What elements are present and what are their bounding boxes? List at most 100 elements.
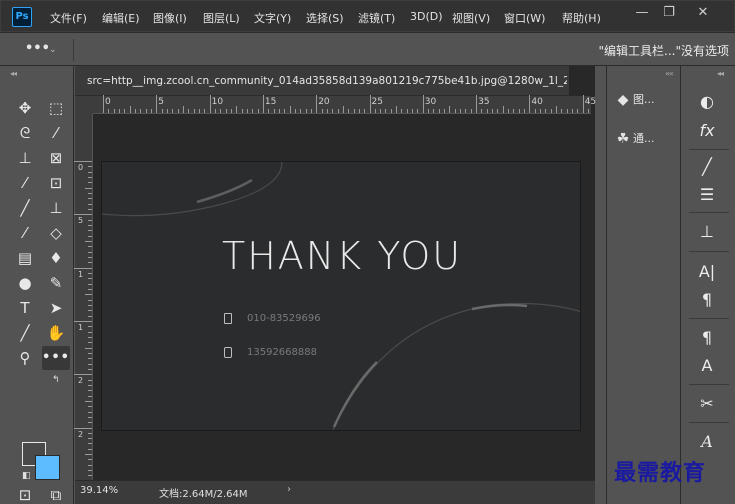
menu-select[interactable]: 选择(S): [306, 10, 344, 26]
menu-image[interactable]: 图像(I): [153, 10, 187, 26]
clone-source-icon[interactable]: ⊥: [694, 220, 720, 244]
minimize-button[interactable]: —: [632, 5, 652, 21]
background-color-swatch[interactable]: [35, 455, 60, 480]
ruler-tick: [88, 464, 92, 466]
ruler-tick: [396, 106, 398, 113]
line-tool-icon[interactable]: ╱: [11, 321, 39, 345]
menu-layer[interactable]: 图层(L): [203, 10, 240, 26]
options-divider: [73, 39, 74, 61]
ruler-tick: [88, 342, 92, 344]
menu-view[interactable]: 视图(V): [452, 10, 490, 26]
spot-healing-tool-icon[interactable]: ⊡: [42, 171, 70, 195]
properties-icon[interactable]: ☰: [694, 183, 720, 207]
brush-settings-icon[interactable]: ╱: [694, 155, 720, 179]
ruler-tick: [88, 336, 92, 338]
character-icon[interactable]: A|: [694, 260, 720, 284]
ruler-tick: [88, 416, 92, 418]
collapse-dock-icon[interactable]: ««: [665, 69, 674, 78]
swap-colors-icon[interactable]: ↰: [52, 375, 60, 385]
channels-panel-button[interactable]: ☘ 通...: [613, 130, 655, 154]
ruler-v-label: 1: [78, 322, 84, 332]
dodge-tool-icon[interactable]: ●: [11, 271, 39, 295]
history-brush-tool-icon[interactable]: ⁄: [11, 221, 39, 245]
tool-preset-picker[interactable]: ••• ⌄: [12, 40, 64, 60]
paragraph-styles-icon[interactable]: ¶: [694, 326, 720, 350]
type-tool-icon[interactable]: T: [11, 296, 39, 320]
zoom-level[interactable]: 39.14%: [80, 485, 118, 496]
path-selection-tool-icon[interactable]: ➤: [42, 296, 70, 320]
ruler-tick: [246, 109, 248, 113]
headline-text: THANK YOU: [222, 234, 463, 278]
tool-presets-icon[interactable]: ✂: [694, 392, 720, 416]
ruler-tick: [88, 203, 92, 205]
default-colors-icon[interactable]: ◧: [22, 471, 31, 481]
ruler-h-label: 25: [371, 97, 383, 107]
layers-panel-button[interactable]: ◆ 图...: [613, 91, 655, 115]
magic-wand-tool-icon[interactable]: ⁄: [42, 121, 70, 145]
character-styles-icon[interactable]: A: [694, 354, 720, 378]
menu-filter[interactable]: 滤镜(T): [358, 10, 395, 26]
ruler-tick: [88, 171, 92, 173]
ruler-tick: [88, 358, 92, 360]
ruler-tick: [198, 109, 200, 113]
ruler-tick: [545, 109, 547, 113]
ruler-tick: [209, 95, 211, 113]
ruler-tick: [88, 198, 92, 200]
ruler-tick: [438, 109, 440, 113]
paragraph-icon[interactable]: ¶: [694, 288, 720, 312]
crop-tool-icon[interactable]: ⊥: [11, 146, 39, 170]
hand-tool-icon[interactable]: ✋: [42, 321, 70, 345]
eraser-tool-icon[interactable]: ◇: [42, 221, 70, 245]
ruler-tick: [88, 278, 92, 280]
move-tool-icon[interactable]: ✥: [11, 96, 39, 120]
ruler-tick: [88, 395, 92, 397]
ruler-tick: [88, 182, 92, 184]
clone-stamp-tool-icon[interactable]: ⊥: [42, 196, 70, 220]
brush-tool-icon[interactable]: ╱: [11, 196, 39, 220]
menu-file[interactable]: 文件(F): [50, 10, 87, 26]
screen-mode-icon[interactable]: ⧉: [42, 487, 70, 504]
ruler-tick: [278, 109, 280, 113]
ruler-tick: [88, 406, 92, 408]
document-tab[interactable]: src=http__img.zcool.cn_community_014ad35…: [75, 66, 569, 96]
right-icon-dock: ◂◂ ◐ fx ╱ ☰ ⊥ A| ¶ ¶ A ✂ A: [680, 66, 735, 504]
canvas[interactable]: THANK YOU 010-83529696 13592668888: [101, 161, 581, 431]
status-menu-arrow-icon[interactable]: ›: [287, 484, 291, 495]
ruler-tick: [582, 95, 584, 113]
menu-window[interactable]: 窗口(W): [504, 10, 545, 26]
pen-tool-icon[interactable]: ✎: [42, 271, 70, 295]
frame-tool-icon[interactable]: ⊠: [42, 146, 70, 170]
ruler-tick: [428, 109, 430, 113]
ruler-tick: [88, 176, 92, 178]
edit-toolbar-button[interactable]: •••: [42, 346, 70, 370]
styles-icon[interactable]: fx: [694, 119, 720, 143]
gradient-tool-icon[interactable]: ▤: [11, 246, 39, 270]
blur-tool-icon[interactable]: ♦: [42, 246, 70, 270]
quick-mask-icon[interactable]: ⊡: [11, 487, 39, 504]
ruler-tick: [88, 326, 92, 328]
panel-divider: [689, 212, 729, 213]
menu-3d[interactable]: 3D(D): [410, 10, 443, 23]
menu-help[interactable]: 帮助(H): [562, 10, 601, 26]
ruler-tick: [220, 109, 222, 113]
marquee-tool-icon[interactable]: ⬚: [42, 96, 70, 120]
ruler-tick: [444, 109, 446, 113]
ruler-tick: [268, 109, 270, 113]
close-button[interactable]: ✕: [693, 5, 713, 21]
ruler-tick: [74, 161, 92, 162]
eyedropper-tool-icon[interactable]: ⁄: [11, 171, 39, 195]
collapse-right-dock-icon[interactable]: ◂◂: [717, 69, 724, 78]
restore-button[interactable]: ❐: [659, 5, 679, 21]
menu-edit[interactable]: 编辑(E): [102, 10, 140, 26]
collapse-toolbar-icon[interactable]: ◂◂: [10, 69, 17, 78]
menu-type[interactable]: 文字(Y): [254, 10, 291, 26]
ruler-tick: [103, 95, 104, 113]
ruler-tick: [566, 109, 568, 113]
ruler-tick: [577, 109, 579, 113]
ruler-tick: [166, 109, 168, 113]
glyphs-icon[interactable]: A: [694, 430, 720, 454]
lasso-tool-icon[interactable]: ᘓ: [11, 121, 39, 145]
channels-panel-label: 通...: [633, 132, 655, 145]
zoom-tool-icon[interactable]: ⚲: [11, 346, 39, 370]
adjustments-icon[interactable]: ◐: [694, 90, 720, 114]
